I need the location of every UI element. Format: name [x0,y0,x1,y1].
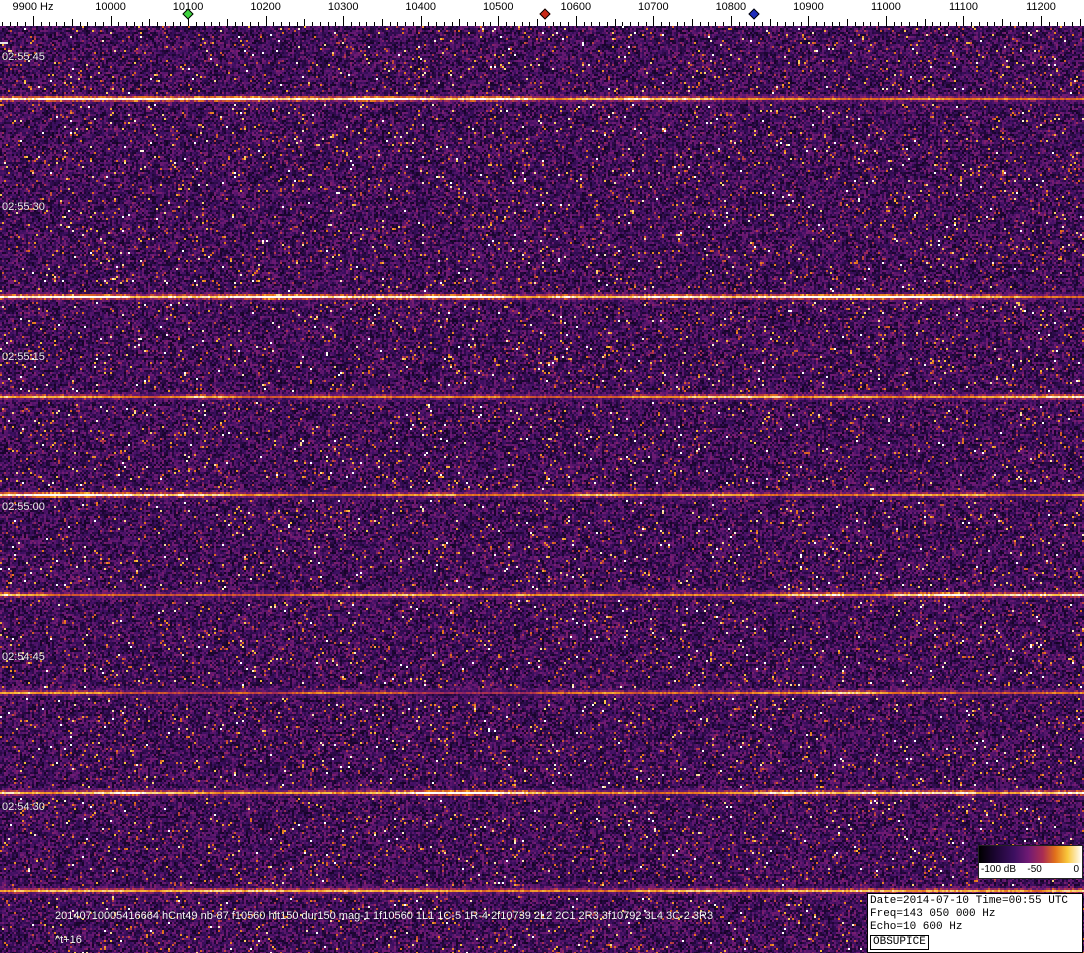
freq-tick-label: 10300 [327,1,359,13]
freq-tick-label: 10200 [250,1,281,13]
info-station-row: OBSUPICE [870,934,1080,950]
time-label: 02:55:15 [2,351,45,363]
info-box: Date=2014-07-10 Time=00:55 UTC Freq=143 … [867,893,1083,953]
time-label: 02:54:45 [2,651,45,663]
colorbar: -100 dB -50 0 [978,845,1083,879]
ruler-tick [885,16,887,26]
ruler-tick [575,16,577,26]
ruler-tick [847,19,849,26]
ruler-tick [808,16,810,26]
ruler-tick [963,16,965,26]
detection-text: 20140710005416664 hCnt49 nb-87 f10560 hi… [55,910,714,922]
freq-tick-label: 10700 [638,1,669,13]
freq-tick-label: 11000 [871,1,901,13]
ruler-tick [1079,19,1081,26]
ruler-tick [1002,19,1004,26]
ruler-tick [226,19,228,26]
time-label: 02:55:45 [2,51,45,63]
ruler-tick [420,16,422,26]
ruler-tick [498,16,500,26]
ruler-tick [730,16,732,26]
info-echo: Echo=10 600 Hz [870,921,963,933]
colorbar-labels: -100 dB -50 0 [979,863,1082,878]
ruler-tick [459,19,461,26]
time-edge-tick [0,42,8,44]
marker-blue-diamond[interactable] [748,8,760,20]
freq-tick-label: 9900 Hz [12,1,54,13]
cursor-readout: ^t+16 [55,934,82,946]
ruler-tick [343,16,345,26]
ruler-tick [653,16,655,26]
freq-tick-label: 10600 [560,1,592,13]
spectrum-monitor-window: 9900 Hz 10000 10100 10200 10300 10400 10500 106… [0,0,1084,953]
time-label: 02:55:00 [2,501,45,513]
freq-tick-label: 11100 [948,1,978,13]
ruler-tick [614,19,616,26]
ruler-tick [33,16,34,26]
ruler-tick [769,19,771,26]
freq-tick-label: 10400 [405,1,436,13]
ruler-tick [110,16,112,26]
marker-red-diamond[interactable] [539,8,551,20]
colorbar-gradient [979,846,1082,863]
freq-tick-label: 10900 [793,1,824,13]
ruler-tick [71,19,73,26]
freq-tick-label: 10500 [482,1,514,13]
colorbar-min-label: -100 dB [981,864,1017,875]
spectrogram-canvas[interactable] [0,26,1084,953]
ruler-tick [265,16,267,26]
time-label: 02:54:30 [2,801,45,813]
frequency-ruler[interactable]: 9900 Hz 10000 10100 10200 10300 10400 10500 106… [0,0,1084,26]
ruler-tick [537,19,538,26]
spectrogram-area: 02:55:45 02:55:30 02:55:15 02:55:00 02:54:45… [0,26,1084,953]
info-frequency: Freq=143 050 000 Hz [870,908,996,920]
time-label: 02:55:30 [2,201,45,213]
ruler-tick [924,19,926,26]
colorbar-mid-label: -50 [1027,864,1042,875]
ruler-tick [692,19,694,26]
freq-tick-label: 11200 [1026,1,1056,13]
freq-tick-label: 10800 [715,1,747,13]
freq-tick-label: 10000 [95,1,126,13]
info-station: OBSUPICE [870,935,929,950]
ruler-tick [381,19,383,26]
colorbar-max-label: 0 [1073,864,1079,875]
info-date-time: Date=2014-07-10 Time=00:55 UTC [870,895,1069,907]
ruler-tick [1041,16,1043,26]
ruler-tick [304,19,306,26]
ruler-tick [149,19,151,26]
